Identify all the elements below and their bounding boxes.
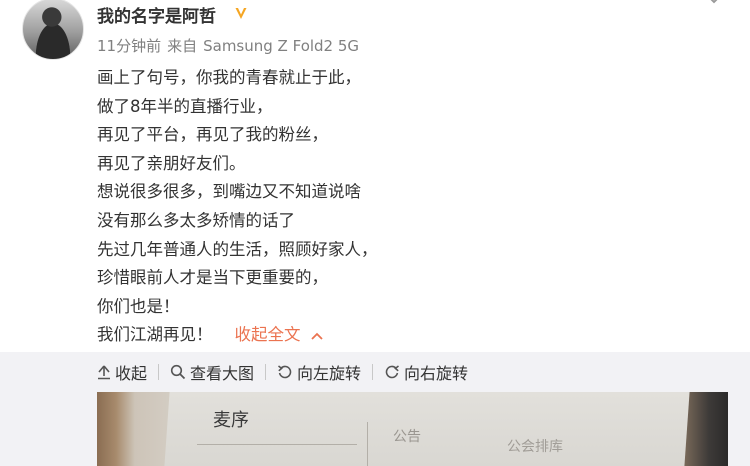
user-name[interactable]: 我的名字是阿哲 bbox=[97, 2, 216, 27]
content-line-last: 我们江湖再见！ 收起全文 bbox=[97, 321, 378, 350]
post-time[interactable]: 11分钟前 bbox=[97, 37, 161, 55]
rotate-right-icon bbox=[385, 365, 400, 379]
content-line: 画上了句号，你我的青春就止于此， bbox=[97, 68, 361, 87]
rotate-left-label: 向左旋转 bbox=[297, 364, 362, 383]
photo-text: 公告 bbox=[393, 429, 421, 445]
toolbar-divider bbox=[265, 364, 267, 380]
post-content: 画上了句号，你我的青春就止于此， 做了8年半的直播行业， 再见了平台，再见了我的… bbox=[97, 64, 378, 350]
content-line: 再见了平台，再见了我的粉丝， bbox=[97, 125, 328, 145]
photo-text: 公会排库 bbox=[507, 439, 563, 455]
rotate-left-button[interactable]: 向左旋转 bbox=[277, 360, 361, 384]
rotate-right-label: 向右旋转 bbox=[404, 364, 469, 383]
chevron-down-icon[interactable] bbox=[706, 0, 722, 6]
source-prefix: 来自 bbox=[167, 37, 198, 55]
source-device[interactable]: Samsung Z Fold2 5G bbox=[203, 37, 359, 55]
content-line: 再见了亲朋好友们。 bbox=[97, 153, 246, 173]
magnifier-icon bbox=[170, 364, 186, 380]
content-line: 没有那么多太多矫情的话了 bbox=[97, 210, 295, 230]
content-line-text: 我们江湖再见！ bbox=[97, 325, 213, 345]
avatar[interactable] bbox=[22, 0, 84, 60]
post-meta: 11分钟前 来自 Samsung Z Fold2 5G bbox=[97, 35, 359, 56]
photo-text: 麦序 bbox=[213, 410, 249, 431]
view-large-image-button[interactable]: 查看大图 bbox=[170, 360, 254, 384]
collapse-full-text-link[interactable]: 收起全文 bbox=[235, 325, 323, 344]
photo-divider bbox=[197, 444, 357, 445]
view-large-image-label: 查看大图 bbox=[190, 364, 255, 383]
toolbar-divider bbox=[158, 364, 160, 380]
collapse-full-text-label[interactable]: 收起全文 bbox=[235, 325, 301, 344]
rotate-left-icon bbox=[278, 365, 292, 379]
content-line: 想说很多很多，到嘴边又不知道说啥 bbox=[97, 182, 361, 202]
media-toolbar: 收起 查看大图 向左旋转 向右旋转 bbox=[97, 357, 468, 387]
photo-divider bbox=[367, 422, 368, 466]
content-line: 先过几年普通人的生活，照顾好家人， bbox=[97, 239, 378, 259]
toolbar-divider bbox=[372, 364, 374, 380]
rotate-right-button[interactable]: 向右旋转 bbox=[384, 360, 468, 384]
content-line: 做了8年半的直播行业， bbox=[97, 96, 273, 116]
post-photo[interactable]: 麦序 公告 公会排库 bbox=[97, 392, 728, 466]
chevron-up-icon[interactable] bbox=[310, 332, 323, 340]
arrow-up-icon bbox=[98, 365, 110, 380]
verified-badge-icon bbox=[235, 8, 247, 19]
collapse-media-label: 收起 bbox=[115, 364, 148, 383]
collapse-media-button[interactable]: 收起 bbox=[97, 360, 147, 384]
content-line: 你们也是！ bbox=[97, 296, 180, 316]
content-line: 珍惜眼前人才是当下更重要的， bbox=[97, 268, 328, 288]
